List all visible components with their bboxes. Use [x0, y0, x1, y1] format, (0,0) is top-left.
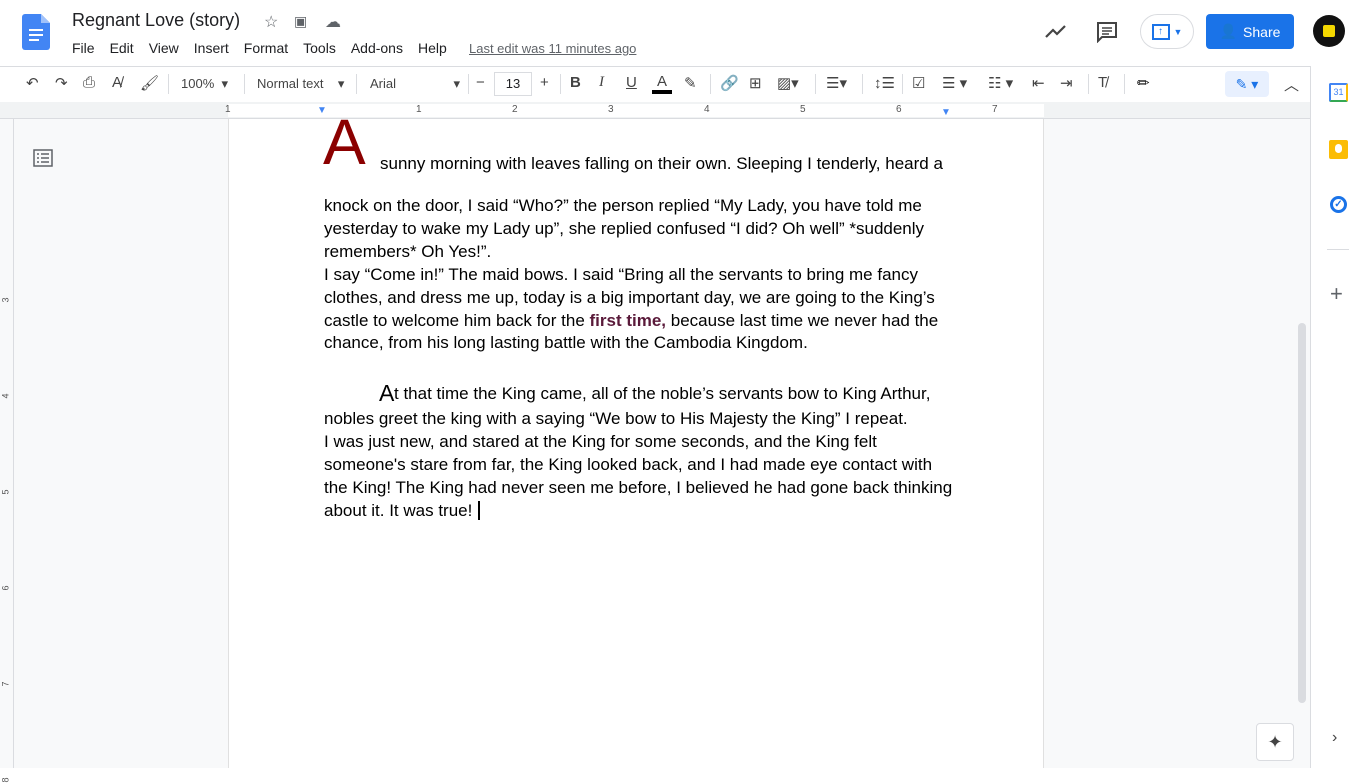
text-cursor [478, 501, 480, 520]
text-line: the King! The King had never seen me bef… [324, 478, 953, 497]
text-color-icon[interactable]: A [652, 74, 672, 94]
menu-insert[interactable]: Insert [194, 40, 229, 56]
explore-icon: ✦ [1267, 731, 1283, 752]
document-title[interactable]: Regnant Love (story) [72, 10, 240, 31]
vertical-scrollbar[interactable] [1298, 323, 1306, 703]
undo-icon[interactable]: ↶ [26, 74, 39, 92]
text-line: castle to welcome him back for the first… [324, 311, 939, 330]
font-size-input[interactable]: 13 [494, 72, 532, 96]
menu-addons[interactable]: Add-ons [351, 40, 403, 56]
present-icon: ↑ [1151, 23, 1170, 40]
text-line: remembers* Oh Yes!”. [324, 242, 492, 261]
text-line: clothes, and dress me up, today is a big… [324, 288, 935, 307]
text-line: sunny morning with leaves falling on the… [380, 154, 943, 173]
numbered-list-icon[interactable]: ☷ ▾ [988, 74, 1013, 92]
star-icon[interactable]: ☆ [264, 12, 278, 32]
zoom-select[interactable]: 100% ▾ [181, 76, 228, 92]
text-line: someone's stare from far, the King looke… [324, 455, 933, 474]
insert-image-icon[interactable]: ▨▾ [777, 74, 799, 92]
comments-icon[interactable] [1096, 21, 1118, 43]
docs-logo-icon[interactable] [22, 14, 50, 50]
collapse-toolbar-icon[interactable]: ︿ [1284, 74, 1299, 95]
move-folder-icon[interactable]: ▣ [294, 13, 307, 30]
document-outline-icon[interactable] [33, 149, 53, 167]
text-line: knock on the door, I said “Who?” the per… [324, 196, 922, 215]
side-panel [1310, 66, 1366, 768]
right-indent-marker[interactable]: ▼ [941, 107, 951, 118]
calendar-icon[interactable]: 31 [1329, 83, 1348, 102]
menu-help[interactable]: Help [418, 40, 447, 56]
font-select[interactable]: Arial ▾ [370, 76, 460, 91]
align-icon[interactable]: ☰▾ [826, 74, 847, 92]
increase-font-size-button[interactable]: + [540, 74, 549, 91]
expand-panel-icon[interactable]: › [1332, 729, 1337, 747]
person-icon: 👤 [1219, 23, 1238, 39]
clear-formatting-icon[interactable]: T̸ [1098, 74, 1107, 91]
cloud-status-icon[interactable]: ☁ [325, 12, 341, 32]
pen-icon[interactable]: ✏ [1137, 74, 1150, 92]
bold-icon[interactable]: B [570, 74, 581, 91]
spellcheck-icon[interactable]: A̸ [112, 74, 122, 91]
tasks-icon[interactable]: ✓ [1330, 196, 1347, 213]
text-line: I say “Come in!” The maid bows. I said “… [324, 265, 918, 284]
horizontal-ruler[interactable]: 1 1 2 3 4 5 6 7 ▼ ▼ [0, 102, 1310, 119]
menu-file[interactable]: File [72, 40, 95, 56]
explore-button[interactable]: ✦ [1256, 723, 1294, 761]
menu-tools[interactable]: Tools [303, 40, 336, 56]
activity-trend-icon[interactable] [1045, 22, 1067, 40]
increase-indent-icon[interactable]: ⇥ [1060, 74, 1073, 92]
bulleted-list-icon[interactable]: ☰ ▾ [942, 74, 967, 92]
highlight-icon[interactable]: ✎ [684, 74, 697, 92]
decrease-font-size-button[interactable]: − [476, 74, 485, 91]
print-icon[interactable]: ⎙ [83, 74, 95, 91]
menu-format[interactable]: Format [244, 40, 288, 56]
add-addon-icon[interactable]: + [1330, 281, 1343, 307]
underline-icon[interactable]: U [626, 74, 637, 91]
add-comment-icon[interactable]: ⊞ [749, 74, 762, 92]
link-icon[interactable]: 🔗 [720, 74, 739, 92]
editing-mode-button[interactable]: ✎ ▾ [1225, 71, 1269, 97]
text-line: nobles greet the king with a saying “We … [324, 409, 908, 428]
redo-icon[interactable]: ↷ [55, 74, 68, 92]
text-line: I was just new, and stared at the King f… [324, 432, 877, 451]
vertical-ruler[interactable]: 3 4 5 6 7 8 [0, 119, 14, 783]
last-edit-link[interactable]: Last edit was 11 minutes ago [469, 41, 636, 56]
drop-cap: A [323, 106, 366, 178]
share-label: Share [1243, 23, 1281, 40]
text-line: t that time the King came, all of the no… [394, 384, 931, 403]
enlarged-letter: A [379, 380, 395, 406]
checklist-icon[interactable]: ☑ [912, 74, 925, 92]
italic-icon[interactable]: I [599, 74, 604, 91]
paint-format-icon[interactable]: 🖌 [140, 74, 159, 92]
share-button[interactable]: 👤 Share [1206, 14, 1294, 49]
line-spacing-icon[interactable]: ↕☰ [874, 74, 895, 92]
text-line: yesterday to wake my Lady up”, she repli… [324, 219, 925, 238]
present-button[interactable]: ↑ ▼ [1140, 14, 1194, 49]
decrease-indent-icon[interactable]: ⇤ [1032, 74, 1045, 92]
text-line: about it. It was true! [324, 501, 473, 520]
menu-bar: File Edit View Insert Format Tools Add-o… [72, 40, 462, 56]
keep-icon[interactable] [1329, 140, 1348, 159]
menu-edit[interactable]: Edit [110, 40, 134, 56]
divider [1327, 249, 1349, 250]
menu-view[interactable]: View [149, 40, 179, 56]
bold-text: first time, [589, 311, 667, 330]
chevron-down-icon: ▼ [1173, 26, 1183, 37]
avatar[interactable] [1313, 15, 1345, 47]
style-select[interactable]: Normal text ▾ [257, 76, 344, 92]
text-line: chance, from his long lasting battle wit… [324, 333, 808, 352]
